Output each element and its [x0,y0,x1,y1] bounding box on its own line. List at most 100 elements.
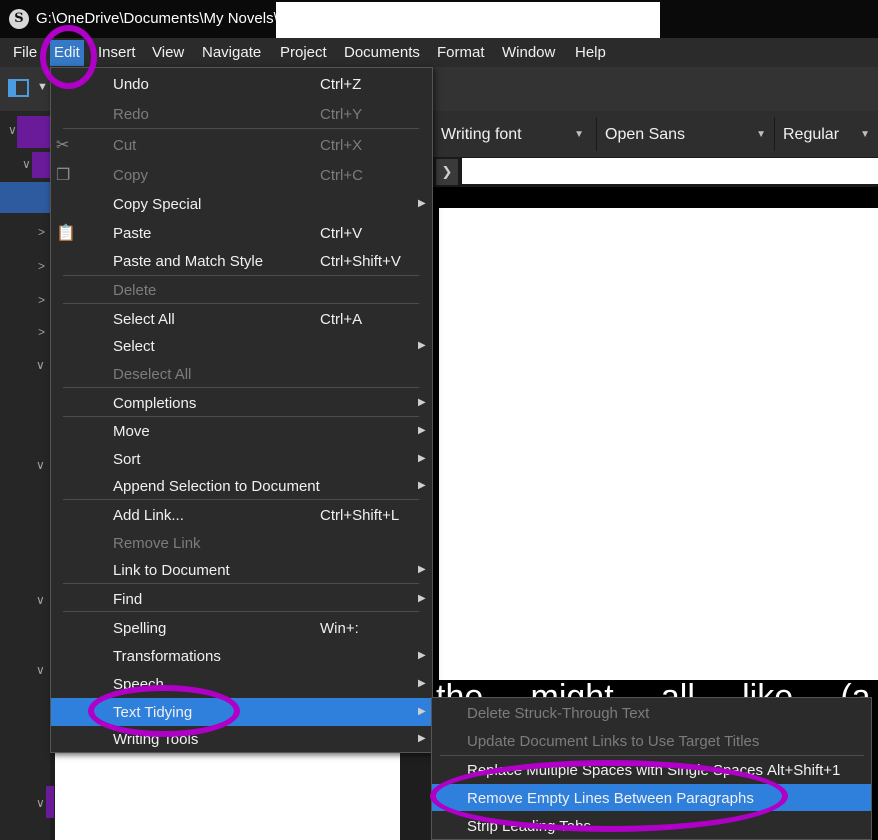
chevron-right-icon[interactable]: > [38,259,45,273]
menu-item-link-to-document[interactable]: Link to Document ▶ [51,556,432,584]
format-bar: Writing font ▼ Open Sans ▼ Regular ▼ [432,111,878,157]
submenu-arrow-icon: ▶ [418,198,426,209]
menu-item-add-link[interactable]: Add Link... Ctrl+Shift+L [51,501,432,529]
menu-item-append-selection[interactable]: Append Selection to Document ▶ [51,472,432,500]
menu-item-label: Undo [113,76,149,93]
document-title-field[interactable] [462,158,878,184]
menu-item-speech[interactable]: Speech ▶ [51,670,432,698]
menu-item-shortcut: Ctrl+Shift+L [320,507,400,524]
binder-toggle-icon[interactable] [8,79,29,97]
submenu-arrow-icon: ▶ [418,733,426,744]
menu-item-sort[interactable]: Sort ▶ [51,445,432,473]
menu-insert[interactable]: Insert [98,44,136,61]
menu-view[interactable]: View [152,44,184,61]
menu-item-completions[interactable]: Completions ▶ [51,389,432,417]
menu-item-label: Remove Link [113,535,201,552]
menu-edit[interactable]: Edit [50,40,84,66]
menu-item-spelling[interactable]: Spelling Win+: [51,614,432,642]
paste-icon: 📋 [56,225,76,242]
chevron-down-icon: ▼ [574,129,584,140]
menu-item-label: Sort [113,451,141,468]
menu-item-copy-special[interactable]: Copy Special ▶ [51,190,432,218]
submenu-item-update-document-links: Update Document Links to Use Target Titl… [432,727,871,754]
chevron-down-icon[interactable]: ∨ [36,796,45,810]
menu-item-undo[interactable]: Undo Ctrl+Z [51,70,432,98]
menu-item-remove-link: Remove Link [51,529,432,557]
binder-sidebar: ∨ ∨ > > > > > ∨ ∨ ∨ ∨ ∨ [0,111,50,840]
menu-file[interactable]: File [13,44,37,61]
project-root-item[interactable] [17,116,50,148]
folder-item[interactable] [32,152,50,178]
menu-item-find[interactable]: Find ▶ [51,585,432,613]
menu-separator [63,387,419,388]
font-weight-select-value: Regular [783,126,840,143]
scissors-icon: ✂ [56,137,70,154]
menu-documents[interactable]: Documents [344,44,420,61]
submenu-arrow-icon: ▶ [418,397,426,408]
menu-item-writing-tools[interactable]: Writing Tools ▶ [51,725,432,753]
menu-item-label: Replace Multiple Spaces with Single Spac… [467,762,763,779]
menu-separator [63,611,419,612]
chevron-right-icon[interactable]: ❯ [436,159,458,185]
chevron-down-icon[interactable]: ▼ [37,81,48,93]
chevron-down-icon[interactable]: ∨ [8,123,17,137]
menu-separator [63,499,419,500]
submenu-arrow-icon: ▶ [418,480,426,491]
menu-item-select-all[interactable]: Select All Ctrl+A [51,305,432,333]
chevron-down-icon[interactable]: ∨ [22,157,31,171]
menu-item-label: Speech [113,676,164,693]
submenu-item-strip-leading-tabs[interactable]: Strip Leading Tabs [432,812,871,839]
menu-navigate[interactable]: Navigate [202,44,261,61]
folder-item[interactable] [46,786,54,818]
menu-bar: File Edit Insert View Navigate Project D… [0,38,878,67]
menu-item-label: Writing Tools [113,731,199,748]
menu-item-shortcut: Ctrl+V [320,225,363,242]
menu-item-label: Add Link... [113,507,184,524]
menu-item-label: Completions [113,395,197,412]
menu-item-label: Transformations [113,648,221,665]
chevron-down-icon[interactable]: ∨ [36,593,45,607]
submenu-arrow-icon: ▶ [418,340,426,351]
chevron-down-icon[interactable]: ∨ [36,663,45,677]
menu-item-move[interactable]: Move ▶ [51,417,432,445]
menu-item-shortcut: Ctrl+A [320,311,363,328]
font-select[interactable]: Open Sans ▼ [596,117,772,151]
redacted-title-area [276,2,660,40]
menu-item-shortcut: Ctrl+Y [320,106,363,123]
menu-format[interactable]: Format [437,44,485,61]
scrivener-app-icon: S [9,9,29,29]
chevron-right-icon[interactable]: > [38,293,45,307]
menu-item-text-tidying[interactable]: Text Tidying ▶ [51,698,432,726]
chevron-down-icon[interactable]: ∨ [36,458,45,472]
menu-project[interactable]: Project [280,44,327,61]
chevron-down-icon[interactable]: ∨ [36,358,45,372]
menu-item-paste-match-style[interactable]: Paste and Match Style Ctrl+Shift+V [51,247,432,275]
submenu-item-replace-multiple-spaces[interactable]: Replace Multiple Spaces with Single Spac… [432,756,871,783]
menu-help[interactable]: Help [575,44,606,61]
submenu-item-remove-empty-lines[interactable]: Remove Empty Lines Between Paragraphs [432,784,871,811]
menu-item-label: Copy Special [113,196,202,213]
submenu-arrow-icon: ▶ [418,678,426,689]
chevron-right-icon[interactable]: > [38,225,45,239]
font-select-value: Open Sans [605,126,686,143]
menu-item-label: Paste [113,225,152,242]
menu-item-cut: ✂ Cut Ctrl+X [51,131,432,159]
submenu-arrow-icon: ▶ [418,650,426,661]
menu-item-label: Redo [113,106,149,123]
menu-item-paste[interactable]: 📋 Paste Ctrl+V [51,219,432,247]
font-weight-select[interactable]: Regular ▼ [774,117,876,151]
menu-item-delete: Delete [51,276,432,304]
menu-item-shortcut: Win+: [320,620,359,637]
menu-item-label: Text Tidying [113,704,193,721]
text-tidying-submenu: Delete Struck-Through Text Update Docume… [431,697,872,840]
binder-selected-row[interactable] [0,182,50,213]
editor-page[interactable] [439,208,878,680]
menu-item-transformations[interactable]: Transformations ▶ [51,642,432,670]
menu-item-shortcut: Ctrl+X [320,137,363,154]
style-select[interactable]: Writing font ▼ [432,117,590,151]
chevron-right-icon[interactable]: > [38,325,45,339]
menu-item-select[interactable]: Select ▶ [51,332,432,360]
submenu-arrow-icon: ▶ [418,564,426,575]
menu-window[interactable]: Window [502,44,555,61]
menu-item-shortcut: Alt+Shift+1 [767,762,841,779]
